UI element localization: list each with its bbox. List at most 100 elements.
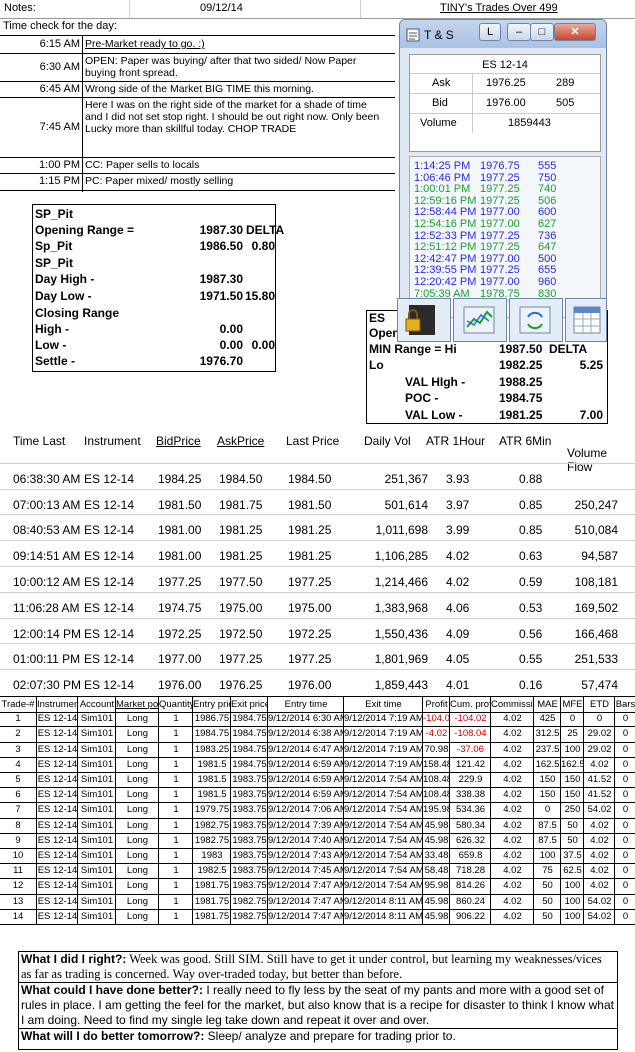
trades-cell: 1: [158, 817, 193, 833]
link-button[interactable]: L: [479, 23, 501, 41]
chart-button[interactable]: [453, 298, 507, 342]
market-cell: 1972.25: [288, 627, 332, 641]
market-cell: 1972.25: [158, 627, 202, 641]
trades-cell: 1982.75: [230, 908, 268, 924]
trades-cell: 10: [12, 850, 24, 861]
market-cell: 02:07:30 PM: [13, 678, 82, 692]
trades-cell: 4.02: [490, 863, 534, 879]
refresh-button[interactable]: [509, 298, 563, 342]
market-cell: 169,502: [574, 601, 618, 615]
market-header: ATR 1Hour: [426, 434, 486, 448]
trades-cell: 4.02: [490, 711, 534, 727]
trades-cell: 1981.75: [192, 908, 231, 924]
trades-cell: 25: [560, 726, 584, 742]
market-header: Instrument: [84, 434, 141, 448]
trades-cell: 0: [614, 817, 635, 833]
close-low-label: Low -: [35, 338, 67, 352]
market-cell: 1976.00: [158, 678, 202, 692]
quote-divider: [410, 73, 600, 74]
close-high-label: High -: [35, 322, 69, 336]
trades-cell: 9/12/2014 7:45 AM: [267, 863, 344, 879]
market-cell: 1981.00: [158, 549, 202, 563]
trades-cell: 1983.75: [230, 787, 268, 803]
calendar-button[interactable]: [565, 298, 607, 342]
market-cell: ES 12-14: [84, 498, 135, 512]
ts-titlebar[interactable]: T & S L – □ ✕: [400, 20, 606, 48]
trades-cell: Long: [115, 908, 159, 924]
close-delta-value: 0.00: [251, 338, 275, 352]
market-header: AskPrice: [217, 434, 265, 448]
trades-cell: 29.02: [583, 741, 615, 757]
trades-header: Exit price: [230, 697, 268, 713]
table-row: 6 ES 12-14 Sim101 Long 1 1981.5 1983.75 9/12/20…: [0, 787, 635, 804]
ts-app-icon: [406, 28, 420, 42]
day-high-label: Day High -: [35, 272, 95, 286]
opening-range-value: 1987.30: [199, 223, 243, 237]
trades-cell: ES 12-14: [36, 893, 78, 909]
close-icon[interactable]: ✕: [554, 23, 596, 41]
trades-cell: 108.48: [422, 772, 450, 788]
trades-cell: 9/12/2014 8:11 AM: [343, 893, 423, 909]
a-tomorrow: Sleep/ analyze and prepare for trading p…: [204, 1029, 456, 1043]
print-size: 647: [538, 241, 557, 254]
ask-price: 1976.25: [486, 77, 526, 89]
trades-cell: 9/12/2014 7:19 AM: [343, 711, 423, 727]
market-cell: 1,801,969: [374, 652, 428, 666]
val-low-value: 1981.25: [499, 408, 543, 422]
trades-cell: 4.02: [583, 817, 615, 833]
poc-value: 1984.75: [499, 391, 543, 405]
trades-cell: ES 12-14: [36, 802, 78, 818]
market-cell: 1981.25: [288, 549, 332, 563]
table-row: 4 ES 12-14 Sim101 Long 1 1981.5 1984.75 9/12/20…: [0, 756, 635, 773]
trades-header: MAE: [533, 697, 561, 713]
log-row: 1:15 PM PC: Paper mixed/ mostly selling: [0, 173, 395, 192]
trades-cell: ES 12-14: [36, 908, 78, 924]
trades-cell: 0: [614, 832, 635, 848]
market-cell: 01:00:11 PM: [13, 652, 81, 666]
trades-cell: 45.98: [422, 817, 450, 833]
trades-cell: 62.5: [560, 863, 584, 879]
market-cell: 108,181: [574, 575, 618, 589]
trades-cell: Long: [115, 878, 159, 894]
trades-cell: 9/12/2014 8:11 AM: [343, 908, 423, 924]
print-price: 1977.00: [480, 276, 520, 288]
trades-cell: 9/12/2014 7:19 AM: [343, 726, 423, 742]
trades-cell: 250: [560, 802, 584, 818]
trades-cell: 4.02: [583, 832, 615, 848]
market-cell: 1981.00: [158, 523, 202, 537]
market-row-gridline: [0, 566, 635, 567]
ts-quote-panel: ES 12-14 Ask 1976.25 289 Bid 1976.00 505…: [409, 54, 601, 152]
trades-cell: 1: [158, 893, 193, 909]
market-cell: 1974.75: [158, 601, 202, 615]
trades-header: ETD: [583, 697, 615, 713]
ts-prints-list[interactable]: 1:14:25 PM 1976.75 555 1:06:46 PM 1977.25 750…: [409, 156, 601, 318]
trades-cell: 9/12/2014 7:54 AM: [343, 832, 423, 848]
trades-cell: 9/12/2014 7:54 AM: [343, 863, 423, 879]
market-cell: 1984.25: [158, 472, 202, 486]
trades-cell: Long: [115, 848, 159, 864]
trades-cell: 4.02: [490, 787, 534, 803]
print-time: 1:14:25 PM: [414, 160, 471, 172]
market-cell: 1972.50: [219, 627, 263, 641]
ts-print-row: 12:51:12 PM 1977.25 647: [414, 242, 600, 254]
trades-cell: Sim101: [77, 832, 116, 848]
maximize-icon[interactable]: □: [530, 23, 554, 41]
trades-cell: 4.02: [490, 893, 534, 909]
trades-cell: 50: [560, 832, 584, 848]
lock-button[interactable]: [397, 298, 451, 342]
closing-range-label: Closing Range: [35, 306, 120, 320]
table-row: 3 ES 12-14 Sim101 Long 1 1983.25 1984.75 9/12/2…: [0, 741, 635, 758]
day-range-value: 15.80: [244, 289, 275, 303]
trades-cell: 338.38: [449, 787, 491, 803]
trades-cell: 11: [13, 865, 23, 877]
trades-cell: 100: [533, 848, 561, 864]
minimize-icon[interactable]: –: [507, 23, 531, 41]
trades-cell: 9/12/2014 7:19 AM: [343, 756, 423, 772]
market-cell: 1975.00: [288, 601, 332, 615]
trades-cell: ES 12-14: [36, 848, 78, 864]
market-cell: 1976.25: [219, 678, 263, 692]
ts-print-row: 12:20:42 PM 1977.00 960: [414, 276, 600, 289]
header-divider: [360, 0, 361, 18]
time-and-sales-window[interactable]: T & S L – □ ✕ ES 12-14 Ask 1976.25 289 B…: [399, 19, 607, 318]
print-size: 627: [538, 218, 557, 230]
